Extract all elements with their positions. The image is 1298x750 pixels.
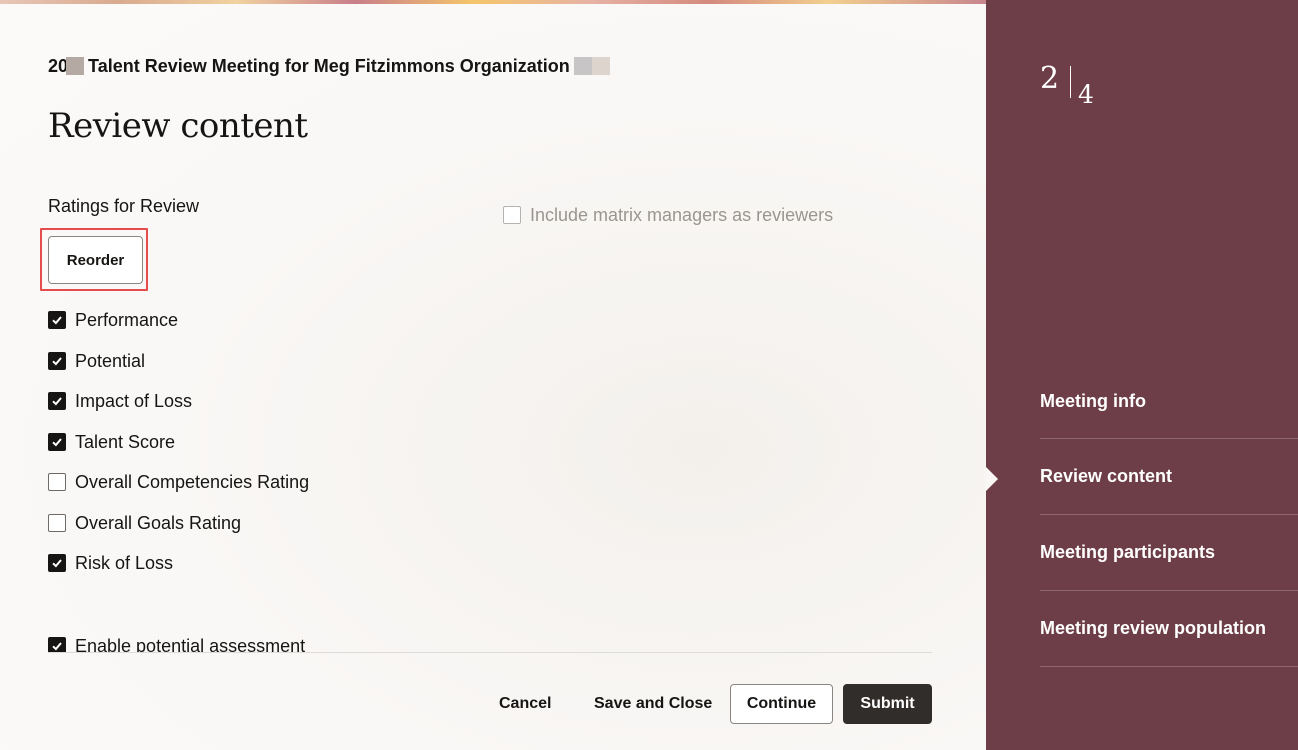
current-step-number: 2 xyxy=(1040,61,1060,96)
talent-score-checkbox[interactable] xyxy=(48,433,66,451)
checkmark-icon xyxy=(52,316,62,325)
reorder-button[interactable]: Reorder xyxy=(48,236,143,284)
meeting-title-text: Talent Review Meeting for Meg Fitzimmons… xyxy=(88,56,570,76)
overall-goals-label: Overall Goals Rating xyxy=(75,512,242,533)
overall-goals-checkbox[interactable] xyxy=(48,514,66,532)
rating-option-overall-goals[interactable]: Overall Goals Rating xyxy=(48,511,241,535)
step-label: Meeting info xyxy=(1040,391,1146,411)
impact-of-loss-label: Impact of Loss xyxy=(75,390,193,411)
impact-of-loss-checkbox[interactable] xyxy=(48,392,66,410)
overall-competencies-checkbox[interactable] xyxy=(48,473,66,491)
talent-score-label: Talent Score xyxy=(75,431,176,452)
enable-potential-assessment-checkbox[interactable] xyxy=(48,637,66,653)
checkmark-icon xyxy=(52,642,62,651)
page-heading: Review content xyxy=(48,106,308,146)
step-meeting-review-population[interactable]: Meeting review population xyxy=(1040,591,1298,666)
overall-competencies-label: Overall Competencies Rating xyxy=(75,471,310,492)
matrix-managers-label: Include matrix managers as reviewers xyxy=(530,204,834,225)
checkmark-icon xyxy=(52,357,62,366)
rating-option-overall-competencies[interactable]: Overall Competencies Rating xyxy=(48,470,309,494)
checkmark-icon xyxy=(52,397,62,406)
potential-checkbox[interactable] xyxy=(48,352,66,370)
performance-checkbox[interactable] xyxy=(48,311,66,329)
enable-potential-assessment-option[interactable]: Enable potential assessment xyxy=(48,634,305,653)
current-step-pointer xyxy=(986,467,998,491)
rating-option-impact-of-loss[interactable]: Impact of Loss xyxy=(48,389,192,413)
matrix-managers-checkbox xyxy=(503,206,521,224)
performance-label: Performance xyxy=(75,309,179,330)
checkmark-icon xyxy=(52,438,62,447)
cancel-button[interactable]: Cancel xyxy=(499,684,551,724)
rating-option-talent-score[interactable]: Talent Score xyxy=(48,430,175,454)
step-review-content[interactable]: Review content xyxy=(1040,439,1298,514)
step-label: Review content xyxy=(1040,466,1173,486)
redacted-block xyxy=(573,57,610,75)
meeting-title-prefix: 20 xyxy=(48,56,69,76)
redacted-block xyxy=(66,57,85,75)
step-separator xyxy=(1040,666,1298,667)
footer-divider xyxy=(48,652,932,653)
ratings-section-label: Ratings for Review xyxy=(48,196,200,216)
progress-sidebar: 2 4 Meeting info Review content Meeting … xyxy=(986,0,1298,750)
step-meeting-participants[interactable]: Meeting participants xyxy=(1040,515,1298,590)
submit-button[interactable]: Submit xyxy=(843,684,932,724)
matrix-managers-option: Include matrix managers as reviewers xyxy=(503,203,833,227)
scroll-content-clip: Enable potential assessment xyxy=(0,560,986,653)
enable-potential-assessment-label: Enable potential assessment xyxy=(75,635,306,654)
potential-label: Potential xyxy=(75,350,146,371)
step-meeting-info[interactable]: Meeting info xyxy=(1040,364,1298,439)
meeting-title: 20 Talent Review Meeting for Meg Fitzimmo… xyxy=(48,56,610,77)
decorative-top-strip xyxy=(0,0,986,4)
step-label: Meeting review population xyxy=(1040,618,1267,638)
step-label: Meeting participants xyxy=(1040,542,1216,562)
rating-option-potential[interactable]: Potential xyxy=(48,349,145,373)
step-divider xyxy=(1070,66,1071,98)
total-steps-number: 4 xyxy=(1078,80,1094,109)
rating-option-performance[interactable]: Performance xyxy=(48,308,178,332)
save-and-close-button[interactable]: Save and Close xyxy=(594,684,712,724)
continue-button[interactable]: Continue xyxy=(730,684,833,724)
